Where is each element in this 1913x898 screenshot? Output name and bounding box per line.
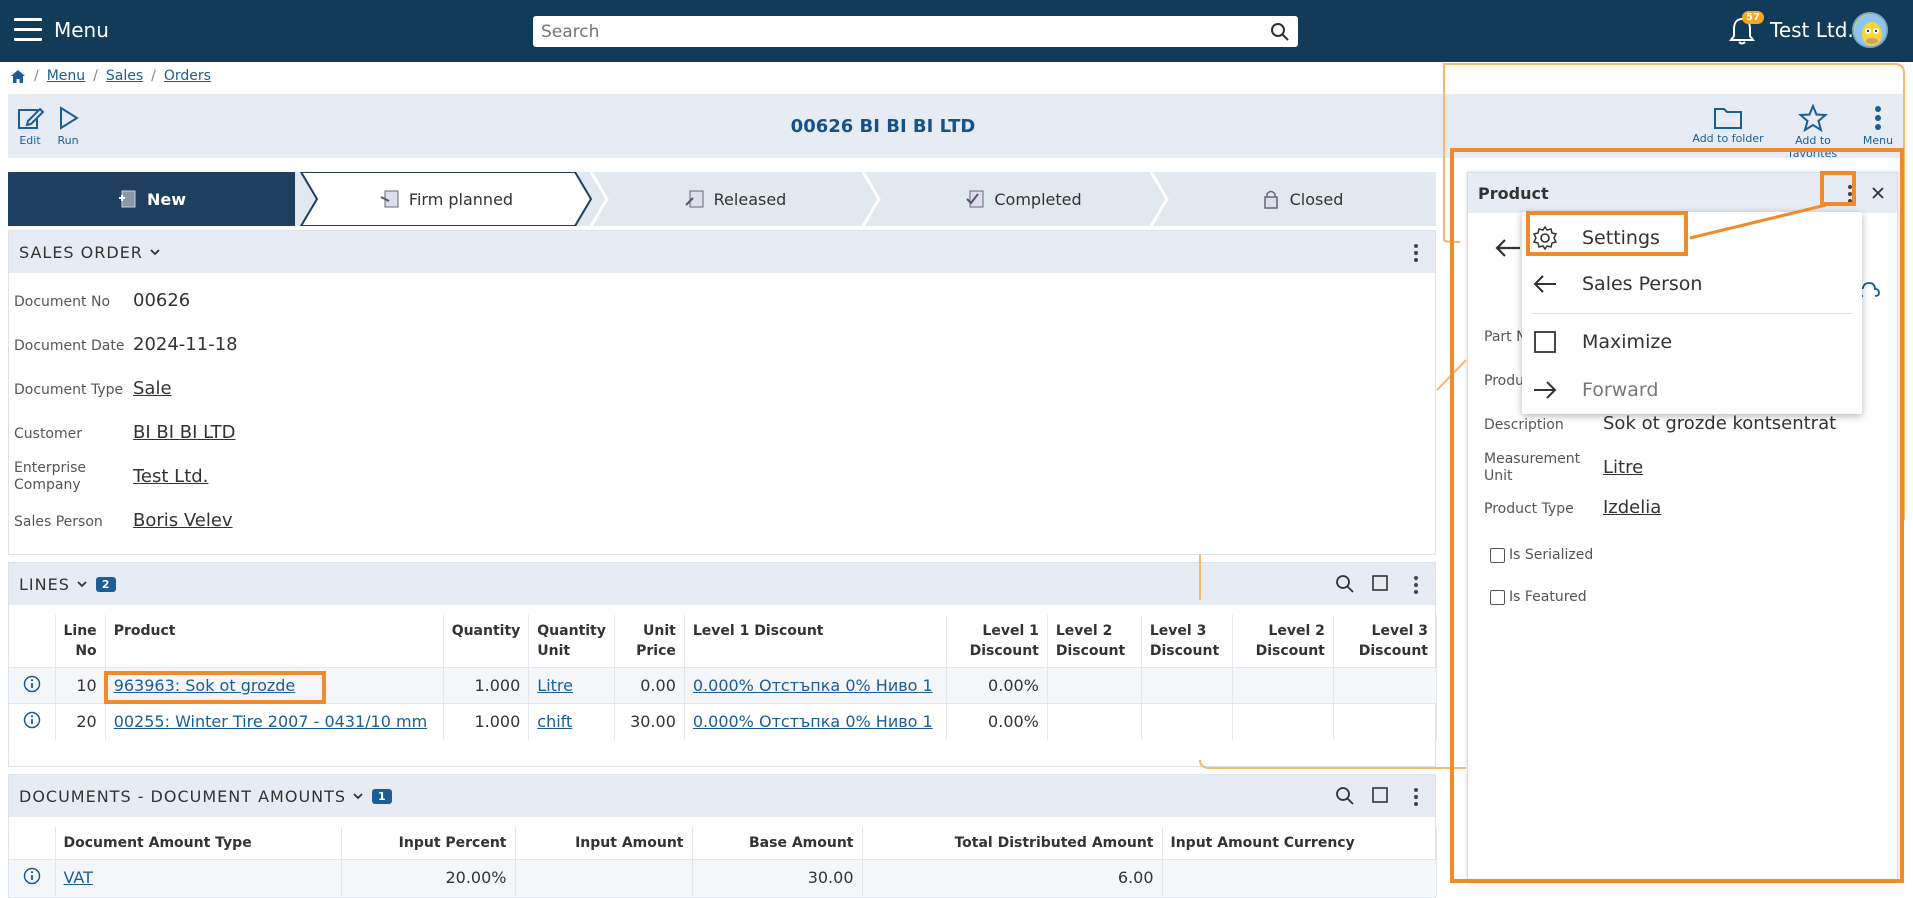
annotation-overlay (1199, 62, 1905, 769)
